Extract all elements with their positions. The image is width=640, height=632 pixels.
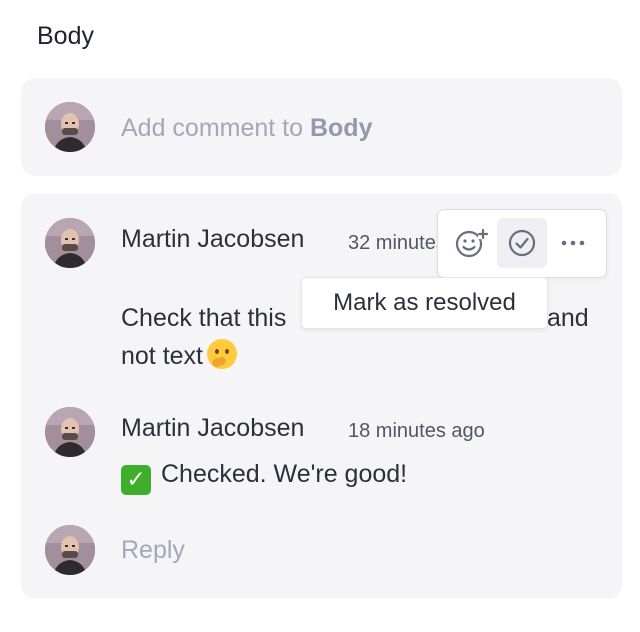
avatar-image: [45, 407, 95, 457]
comment-text-line2: not text: [121, 337, 237, 375]
comment-timestamp: 32 minutes ago: [348, 232, 438, 254]
comment-actions-toolbar: [437, 209, 607, 278]
more-button[interactable]: [548, 218, 598, 268]
comments-pane: Body Add comment to Body Martin Jacobsen…: [0, 0, 640, 632]
resolve-button[interactable]: [497, 218, 547, 268]
avatar: [45, 102, 95, 152]
more-horizontal-icon: [561, 240, 585, 246]
comment-text-line1: Check that this: [121, 304, 287, 332]
comment-text-line2-label: not text: [121, 342, 203, 370]
avatar-image: [45, 218, 95, 268]
add-comment-panel[interactable]: Add comment to Body: [21, 78, 622, 176]
comment-text: ✓ Checked. We're good!: [121, 455, 407, 495]
avatar-image: [45, 525, 95, 575]
avatar-image: [45, 102, 95, 152]
comment-text-line1-end: and: [547, 304, 589, 332]
add-comment-target: Body: [309, 114, 373, 142]
avatar: [45, 218, 95, 268]
comment-timestamp: 18 minutes ago: [348, 420, 485, 442]
comment-author: Martin Jacobsen: [121, 414, 305, 442]
add-comment-placeholder: Add comment to: [121, 114, 310, 142]
comment-author: Martin Jacobsen: [121, 225, 305, 253]
check-circle-icon: [508, 229, 536, 257]
add-reaction-icon: [455, 228, 488, 258]
comment-text: Check that this: [121, 299, 286, 337]
add-comment-input[interactable]: Add comment to Body: [121, 112, 372, 144]
add-reaction-button[interactable]: [446, 218, 496, 268]
section-title: Body: [37, 22, 94, 50]
avatar: [45, 407, 95, 457]
check-mark-button-icon: ✓: [121, 465, 151, 495]
comment-text-body: Checked. We're good!: [161, 460, 408, 488]
avatar: [45, 525, 95, 575]
thinking-face-icon: [207, 339, 237, 369]
resolve-tooltip: Mark as resolved: [301, 277, 548, 329]
reply-input[interactable]: Reply: [121, 534, 185, 566]
